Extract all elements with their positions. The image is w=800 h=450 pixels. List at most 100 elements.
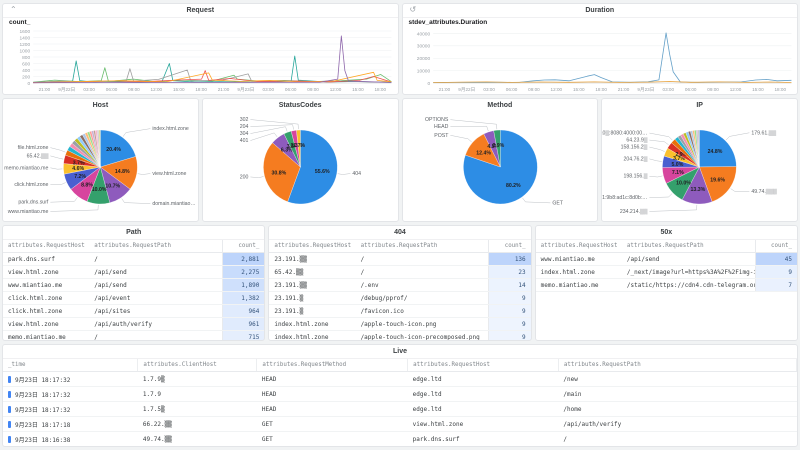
request-host-cell: view.html.zone xyxy=(3,318,89,331)
pie-percent-label: 20.4% xyxy=(106,147,121,153)
row-expand-icon[interactable] xyxy=(8,406,11,413)
live-table-row[interactable]: 9月23日 18:17:32 1.7.5▒ HEAD edge.ltd /hom… xyxy=(3,402,797,417)
table-row: 23.191.▒▒ / 136 xyxy=(269,253,530,266)
column-header[interactable]: count_ xyxy=(489,240,531,253)
x-tick-label: 12:00 xyxy=(330,87,342,92)
request-host-cell: www.miantiao.me xyxy=(3,279,89,292)
row-expand-icon[interactable] xyxy=(8,376,11,383)
pie-label-leader xyxy=(50,183,65,185)
column-header[interactable]: attributes.RequestPath xyxy=(558,359,796,372)
pie-percent-label: 7.2% xyxy=(74,174,86,180)
x-tick-label: 15:00 xyxy=(352,87,364,92)
request-host-cell: 23.191.▒ xyxy=(269,292,355,305)
row-expand-icon[interactable] xyxy=(8,421,11,428)
refresh-icon[interactable]: ↺ xyxy=(410,5,417,14)
collapse-icon[interactable]: ⌃ xyxy=(10,5,17,14)
panel-title-ip: IP xyxy=(602,99,797,112)
path-table: attributes.RequestHostattributes.Request… xyxy=(3,240,264,341)
request-host-cell: memo.miantiao.me xyxy=(3,331,89,342)
x-tick-label: 15:00 xyxy=(173,87,185,92)
live-table-row[interactable]: 9月23日 18:17:32 1.7.9 HEAD edge.ltd /main xyxy=(3,387,797,402)
y-tick-label: 0 xyxy=(27,81,30,87)
request-method-cell: HEAD xyxy=(257,372,408,387)
request-path-cell: /api/send xyxy=(622,253,755,266)
x-tick-label: 18:00 xyxy=(374,87,386,92)
request-path-cell: /static/https://cdn4.cdn-telegram.org/fi… xyxy=(622,279,755,292)
count-cell: 2,275 xyxy=(223,266,265,279)
pie-slice-label: click.html.zone xyxy=(14,182,48,188)
table-row: click.html.zone /api/event 1,382 xyxy=(3,292,264,305)
table-404: attributes.RequestHostattributes.Request… xyxy=(269,240,530,341)
pie-percent-label: 12.4% xyxy=(476,150,491,156)
request-path-cell: /api/send xyxy=(89,279,222,292)
pie-slice-label: index.html.zone xyxy=(152,126,188,132)
request-path-cell: / xyxy=(89,331,222,342)
column-header[interactable]: _time xyxy=(3,359,138,372)
request-path-cell: /main xyxy=(558,387,796,402)
table-row: view.html.zone /api/auth/verify 961 xyxy=(3,318,264,331)
table-row: 23.191.▒▒ /.env 14 xyxy=(269,279,530,292)
request-path-cell: / xyxy=(89,253,222,266)
column-header[interactable]: count_ xyxy=(223,240,265,253)
row-expand-icon[interactable] xyxy=(8,391,11,398)
request-path-cell: /favicon.ico xyxy=(356,305,489,318)
column-header[interactable]: attributes.RequestPath xyxy=(622,240,755,253)
table-row: click.html.zone /api/sites 964 xyxy=(3,305,264,318)
column-header[interactable]: attributes.ClientHost xyxy=(138,359,257,372)
pie-slice-label: park.dns.surf xyxy=(18,200,49,206)
y-tick-label: 200 xyxy=(22,74,30,80)
pie-percent-label: 14.8% xyxy=(115,169,130,175)
request-host-cell: index.html.zone xyxy=(269,318,355,331)
column-header[interactable]: attributes.RequestHost xyxy=(3,240,89,253)
pie-slice-label: 304 xyxy=(239,131,248,137)
pie-label-leader xyxy=(650,205,698,211)
pie-label-leader xyxy=(50,205,98,212)
client-host-cell: 66.22.▒▒ xyxy=(138,417,257,432)
y-axis-label: count_ xyxy=(3,18,398,28)
row-expand-icon[interactable] xyxy=(8,436,11,443)
pie-percent-label: 7.1% xyxy=(672,170,684,176)
column-header[interactable]: count_ xyxy=(755,240,797,253)
pie-slice-label: view.html.zone xyxy=(152,171,186,177)
x-tick-label: 9月22日 xyxy=(458,87,475,93)
column-header[interactable]: attributes.RequestHost xyxy=(269,240,355,253)
request-host-cell: edge.ltd xyxy=(408,387,559,402)
request-host-cell: click.html.zone xyxy=(3,305,89,318)
ip-pie-chart: 24.8%19.6%13.3%10.0%7.1%5.0%3.7%2.9%2a0▒… xyxy=(602,112,797,218)
live-table-row[interactable]: 9月23日 18:17:32 1.7.9▒ HEAD edge.ltd /new xyxy=(3,372,797,387)
request-path-cell: /new xyxy=(558,372,796,387)
live-table-row[interactable]: 9月23日 18:16:38 49.74.▒▒ GET park.dns.sur… xyxy=(3,432,797,447)
x-tick-label: 18:00 xyxy=(774,87,786,92)
column-header[interactable]: attributes.RequestMethod xyxy=(257,359,408,372)
table-row: 65.42.▒▒ / 23 xyxy=(269,266,530,279)
table-row: memo.miantiao.me /static/https://cdn4.cd… xyxy=(536,279,797,292)
y-tick-label: 1400 xyxy=(19,35,30,41)
request-host-cell: park.dns.surf xyxy=(3,253,89,266)
column-header[interactable]: attributes.RequestPath xyxy=(356,240,489,253)
pie-label-leader xyxy=(250,120,298,130)
y-tick-label: 1000 xyxy=(19,48,30,54)
pie-percent-label: 10.0% xyxy=(92,187,107,193)
panel-request: Request ⌃ count_ 02004006008001000120014… xyxy=(2,3,399,95)
pie-slice-label: OPTIONS xyxy=(425,117,449,123)
time-cell: 9月23日 18:17:32 xyxy=(3,402,138,417)
x-tick-label: 12:00 xyxy=(550,87,562,92)
table-row: 23.191.▒ /favicon.ico 9 xyxy=(269,305,530,318)
column-header[interactable]: attributes.RequestHost xyxy=(408,359,559,372)
request-method-cell: GET xyxy=(257,432,408,447)
table-row: memo.miantiao.me / 715 xyxy=(3,331,264,342)
live-table-row[interactable]: 9月23日 18:17:18 66.22.▒▒ GET view.html.zo… xyxy=(3,417,797,432)
request-host-cell: 23.191.▒▒ xyxy=(269,253,355,266)
panel-statuscodes: StatusCodes 55.6%30.8%6.3%3.3%2.3%1.7%30… xyxy=(202,98,399,222)
request-host-cell: edge.ltd xyxy=(408,372,559,387)
count-cell: 136 xyxy=(489,253,531,266)
pie-label-leader xyxy=(650,176,663,177)
pie-label-leader xyxy=(50,197,77,202)
request-method-cell: HEAD xyxy=(257,387,408,402)
count-cell: 9 xyxy=(489,305,531,318)
column-header[interactable]: attributes.RequestHost xyxy=(536,240,622,253)
client-host-cell: 49.74.▒▒ xyxy=(138,432,257,447)
column-header[interactable]: attributes.RequestPath xyxy=(89,240,222,253)
pie-percent-label: 19.6% xyxy=(711,178,726,184)
pie-label-leader xyxy=(250,177,263,178)
